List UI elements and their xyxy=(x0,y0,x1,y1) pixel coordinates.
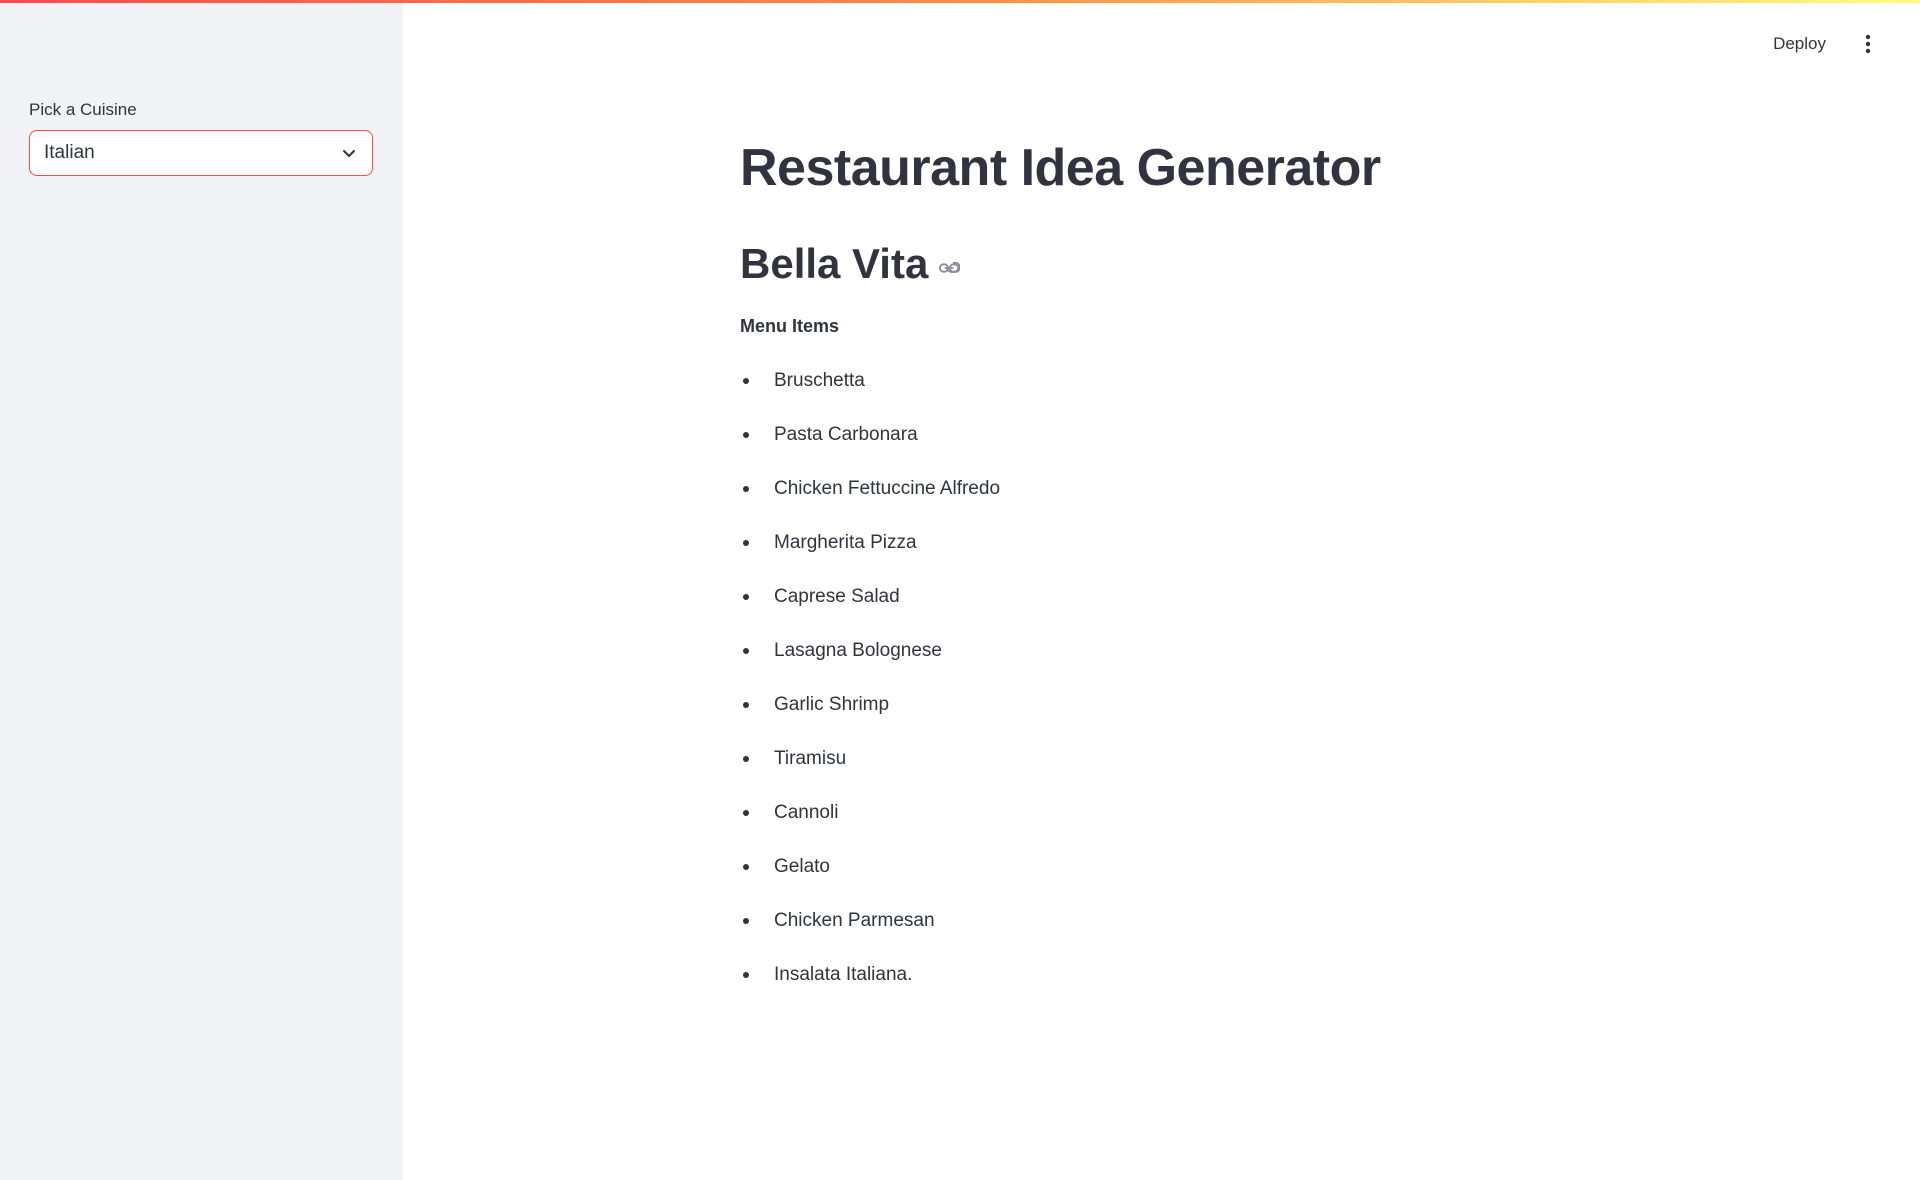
bullet-icon xyxy=(743,918,749,924)
bullet-icon xyxy=(743,432,749,438)
list-item: Pasta Carbonara xyxy=(740,408,1000,462)
menu-item-label: Tiramisu xyxy=(774,748,847,769)
header-actions: Deploy xyxy=(1765,28,1880,60)
menu-item-label: Caprese Salad xyxy=(774,586,900,607)
list-item: Caprese Salad xyxy=(740,570,1000,624)
cuisine-select-value: Italian xyxy=(44,142,95,163)
more-vertical-icon[interactable] xyxy=(1856,29,1880,59)
bullet-icon xyxy=(743,648,749,654)
menu-items-list: Bruschetta Pasta Carbonara Chicken Fettu… xyxy=(740,354,1000,1002)
list-item: Chicken Parmesan xyxy=(740,894,1000,948)
deploy-button[interactable]: Deploy xyxy=(1765,28,1834,60)
list-item: Garlic Shrimp xyxy=(740,678,1000,732)
menu-item-label: Cannoli xyxy=(774,802,839,823)
top-decoration-bar xyxy=(0,0,1920,3)
list-item: Lasagna Bolognese xyxy=(740,624,1000,678)
bullet-icon xyxy=(743,378,749,384)
bullet-icon xyxy=(743,810,749,816)
bullet-icon xyxy=(743,540,749,546)
menu-item-label: Bruschetta xyxy=(774,370,865,391)
restaurant-name-row: Bella Vita xyxy=(740,240,961,288)
link-icon[interactable] xyxy=(938,257,961,279)
menu-item-label: Margherita Pizza xyxy=(774,532,917,553)
bullet-icon xyxy=(743,756,749,762)
list-item: Tiramisu xyxy=(740,732,1000,786)
menu-items-heading: Menu Items xyxy=(740,316,840,336)
bullet-icon xyxy=(743,864,749,870)
restaurant-name: Bella Vita xyxy=(740,240,929,287)
bullet-icon xyxy=(743,702,749,708)
bullet-icon xyxy=(743,594,749,600)
menu-item-label: Chicken Parmesan xyxy=(774,910,935,931)
page-title: Restaurant Idea Generator xyxy=(740,139,1381,197)
bullet-icon xyxy=(743,972,749,978)
menu-item-label: Garlic Shrimp xyxy=(774,694,890,715)
list-item: Bruschetta xyxy=(740,354,1000,408)
menu-item-label: Chicken Fettuccine Alfredo xyxy=(774,478,1001,499)
cuisine-select[interactable]: Italian xyxy=(29,130,373,176)
list-item: Insalata Italiana. xyxy=(740,948,1000,1002)
list-item: Margherita Pizza xyxy=(740,516,1000,570)
menu-item-label: Pasta Carbonara xyxy=(774,424,918,445)
menu-item-label: Gelato xyxy=(774,856,830,877)
sidebar: Pick a Cuisine Italian xyxy=(0,0,403,1180)
chevron-down-icon xyxy=(340,144,358,162)
list-item: Chicken Fettuccine Alfredo xyxy=(740,462,1000,516)
cuisine-select-label: Pick a Cuisine xyxy=(29,100,137,119)
menu-item-label: Insalata Italiana. xyxy=(774,964,913,985)
list-item: Gelato xyxy=(740,840,1000,894)
menu-item-label: Lasagna Bolognese xyxy=(774,640,942,661)
bullet-icon xyxy=(743,486,749,492)
list-item: Cannoli xyxy=(740,786,1000,840)
